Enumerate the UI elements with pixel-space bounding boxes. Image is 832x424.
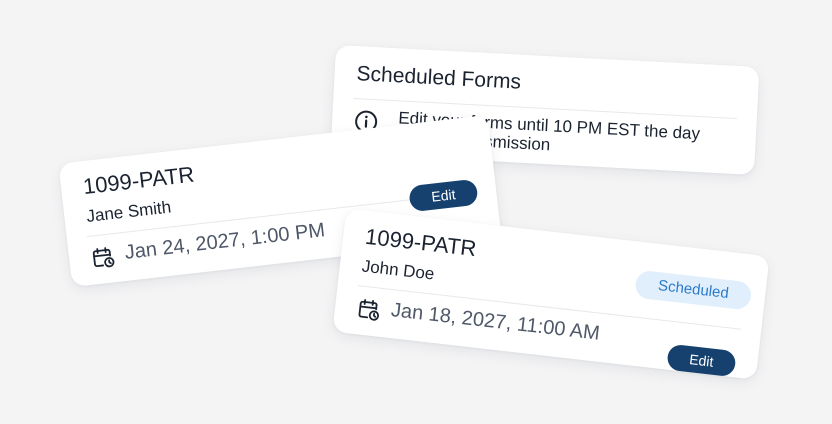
calendar-clock-icon [92,247,115,268]
form-code: 1099-PATR [363,223,478,262]
form-code: 1099-PATR [81,161,196,200]
recipient-name: Jane Smith [85,197,173,226]
calendar-clock-icon [358,299,380,321]
status-badge: Scheduled [634,269,753,311]
scheduled-date: Jan 18, 2027, 11:00 AM [389,299,601,345]
recipient-name: John Doe [360,256,436,284]
edit-button[interactable]: Edit [666,343,737,378]
scheduled-date: Jan 24, 2027, 1:00 PM [123,219,327,264]
edit-button[interactable]: Edit [408,178,479,213]
info-card-title: Scheduled Forms [356,62,522,94]
form-card: 1099-PATR John Doe Scheduled Jan 18, 202… [332,208,770,380]
